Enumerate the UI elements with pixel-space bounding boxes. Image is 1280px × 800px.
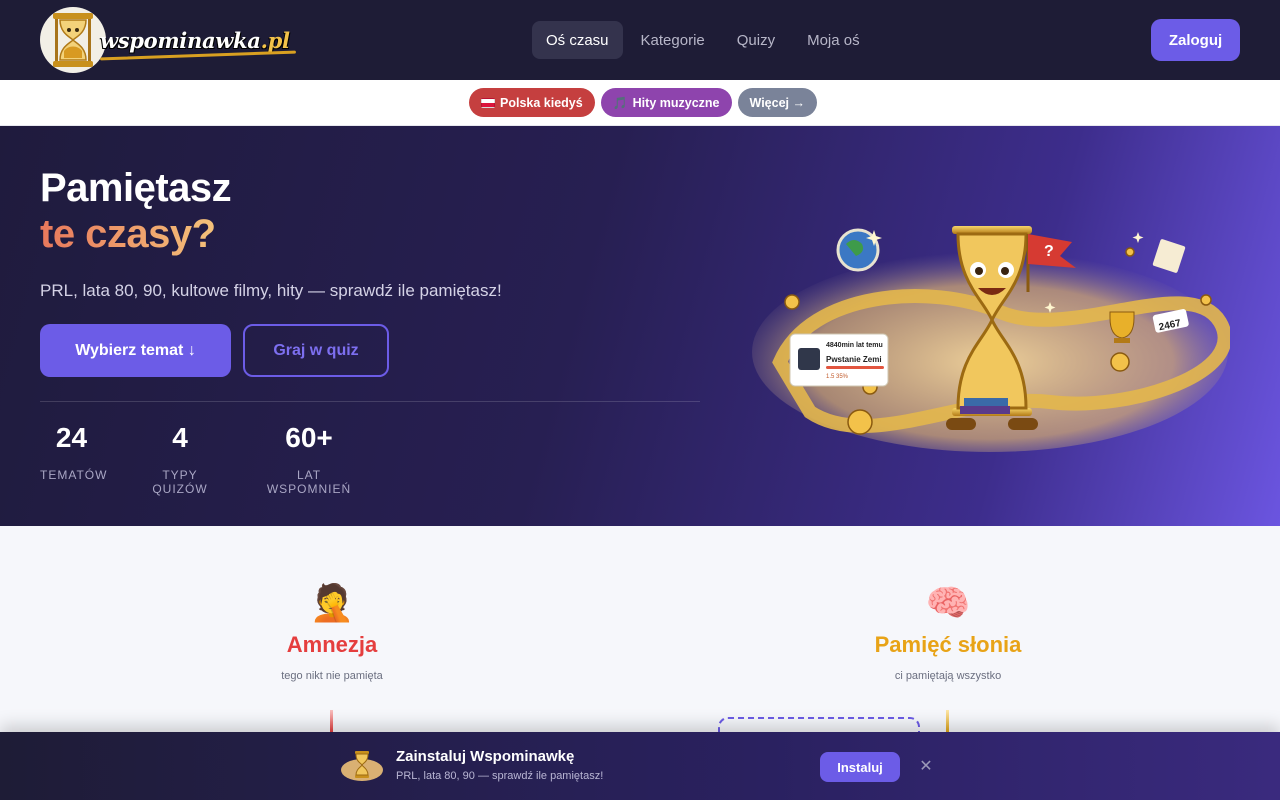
hero-title-line1: Pamiętasz — [40, 166, 232, 210]
main-nav: Oś czasu Kategorie Quizy Moja oś — [532, 21, 874, 59]
stat-label: TYPY QUIZÓW — [152, 468, 208, 496]
flag-question-text: ? — [1044, 243, 1054, 260]
amnesia-title: Amnezja — [286, 632, 378, 657]
login-button[interactable]: Zaloguj — [1151, 19, 1240, 61]
stat-topics: 24 TEMATÓW — [40, 422, 108, 482]
choose-topic-button[interactable]: Wybierz temat ↓ — [40, 324, 231, 377]
elephant-memory-column: 🧠 Pamięć słonia ci pamiętają wszystko — [798, 582, 1098, 682]
nav-item-my-timeline[interactable]: Moja oś — [793, 21, 874, 59]
amnesia-column: 🤦 Amnezja tego nikt nie pamięta — [182, 582, 482, 682]
stat-value: 4 — [172, 422, 188, 453]
nav-item-quizzes[interactable]: Quizy — [723, 21, 789, 59]
chip-polska-kiedys[interactable]: Polska kiedyś — [469, 88, 595, 117]
nav-item-categories[interactable]: Kategorie — [627, 21, 719, 59]
play-quiz-button[interactable]: Graj w quiz — [243, 324, 389, 377]
chip-hity-muzyczne[interactable]: 🎵 Hity muzyczne — [600, 88, 732, 117]
app-icon — [341, 751, 383, 781]
install-button[interactable]: Instaluj — [820, 752, 900, 782]
category-chip-bar: Polska kiedyś 🎵 Hity muzyczne Więcej → — [0, 80, 1280, 126]
elephant-timeline-line — [946, 710, 949, 732]
amnesia-timeline-line — [330, 710, 333, 732]
brand-name-tld: .pl — [260, 27, 290, 53]
amnesia-subtitle: tego nikt nie pamięta — [281, 670, 383, 682]
poland-flag-icon — [481, 97, 495, 108]
brand-name-main: wspominawka — [100, 27, 261, 53]
elephant-memory-title: Pamięć słonia — [874, 632, 1022, 657]
close-icon[interactable]: ✕ — [916, 756, 936, 776]
stat-value: 24 — [55, 422, 88, 453]
chip-label: Hity muzyczne — [632, 95, 720, 110]
install-banner: Zainstaluj Wspominawkę PRL, lata 80, 90 … — [0, 732, 1280, 800]
hero-divider — [40, 401, 700, 402]
stat-label: TEMATÓW — [40, 468, 108, 482]
top-navbar: wspominawka.pl Oś czasu Kategorie Quizy … — [0, 0, 1280, 80]
chip-label: Więcej → — [749, 95, 805, 110]
hourglass-logo-icon — [40, 7, 106, 73]
hero-subtitle: PRL, lata 80, 90, kultowe filmy, hity — … — [40, 281, 502, 300]
install-banner-subtitle: PRL, lata 80, 90 — sprawdź ile pamiętasz… — [396, 770, 604, 782]
card-time-text: 4840min lat temu — [826, 342, 883, 349]
brand-name: wspominawka.pl — [100, 28, 290, 53]
stat-value: 60+ — [285, 422, 333, 453]
card-meta-text: 1.5 35% — [826, 374, 849, 380]
chip-label: Polska kiedyś — [500, 95, 583, 110]
nav-item-timeline[interactable]: Oś czasu — [532, 21, 623, 59]
stat-label: LAT WSPOMNIEŃ — [266, 468, 352, 496]
install-banner-title: Zainstaluj Wspominawkę — [396, 748, 575, 765]
music-note-icon: 🎵 — [612, 95, 628, 110]
stat-years: 60+ LAT WSPOMNIEŃ — [256, 422, 362, 496]
site-logo[interactable]: wspominawka.pl — [40, 6, 296, 74]
elephant-memory-subtitle: ci pamiętają wszystko — [894, 670, 1002, 682]
hero-title-line2: te czasy? — [40, 212, 216, 256]
hourglass-mascot-illustration: 4840min lat temu Pwstanie Zemi 1.5 35% ?… — [752, 226, 1230, 452]
brain-icon: 🧠 — [925, 582, 971, 623]
card-title-text: Pwstanie Zemi — [826, 355, 882, 364]
stat-quiz-types: 4 TYPY QUIZÓW — [136, 422, 224, 496]
facepalm-icon: 🤦 — [309, 582, 355, 623]
chip-wiecej[interactable]: Więcej → — [737, 88, 817, 117]
hero-section: Pamiętasz te czasy? PRL, lata 80, 90, ku… — [0, 126, 1280, 526]
document-icon — [1152, 239, 1186, 273]
